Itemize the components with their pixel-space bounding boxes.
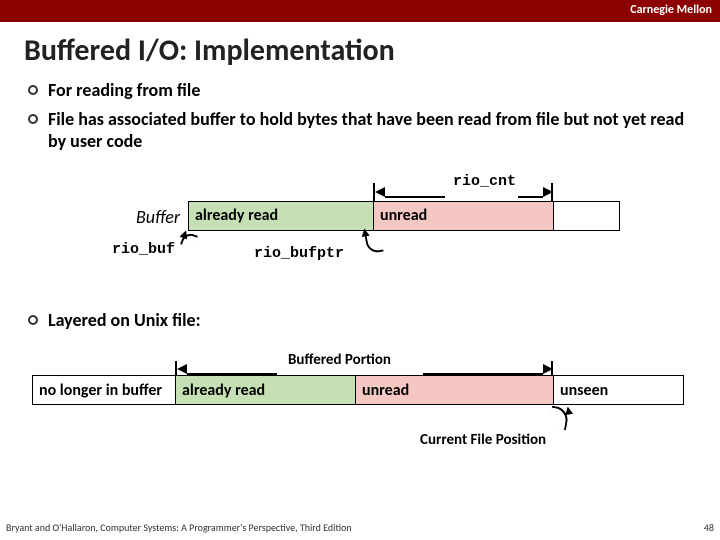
footer-citation: Bryant and O'Hallaron, Computer Systems:…	[6, 521, 352, 534]
bullet-icon	[28, 315, 38, 325]
bullet-3-text: Layered on Unix file:	[48, 309, 201, 332]
bullet-2-text: File has associated buffer to hold bytes…	[48, 108, 692, 153]
arrow-left-icon	[375, 187, 385, 197]
bullet-1-text: For reading from file	[48, 79, 200, 102]
buffer-box-1: already read unread	[188, 201, 620, 231]
slide-title: Buffered I/O: Implementation	[0, 22, 720, 73]
slide-number: 48	[704, 521, 714, 534]
footer: Bryant and O'Hallaron, Computer Systems:…	[6, 521, 714, 534]
rio-cnt-bracket	[373, 183, 553, 201]
bullet-1: For reading from file	[28, 79, 692, 102]
curved-arrow-icon	[180, 231, 198, 249]
curved-arrow-icon	[364, 231, 383, 253]
segment-already-read: already read	[189, 202, 374, 230]
segment-no-longer: no longer in buffer	[33, 376, 176, 404]
arrow-left-icon	[177, 364, 187, 374]
bullet-2: File has associated buffer to hold bytes…	[28, 108, 692, 153]
brand-label: Carnegie Mellon	[630, 3, 712, 17]
bullet-icon	[28, 85, 38, 95]
segment-already-read: already read	[176, 376, 356, 404]
rio-bufptr-label: rio_bufptr	[254, 245, 344, 262]
buffer-diagram-1: rio_cnt Buffer already read unread rio_b…	[28, 173, 692, 303]
segment-unread: unread	[374, 202, 554, 230]
bullet-icon	[28, 114, 38, 124]
arrow-right-icon	[543, 187, 553, 197]
segment-empty	[554, 202, 619, 230]
buffer-label: Buffer	[136, 206, 180, 228]
bullet-3: Layered on Unix file:	[28, 309, 692, 332]
buffer-box-2: no longer in buffer already read unread …	[32, 375, 684, 405]
arrow-right-icon	[543, 364, 553, 374]
current-file-position-label: Current File Position	[420, 431, 546, 449]
header-bar: Carnegie Mellon	[0, 0, 720, 22]
segment-unread: unread	[356, 376, 554, 404]
rio-buf-label: rio_buf	[112, 241, 175, 258]
curved-arrow-icon	[548, 406, 570, 431]
buffer-diagram-2: Buffered Portion no longer in buffer alr…	[28, 331, 692, 501]
slide-content: For reading from file File has associate…	[0, 79, 720, 501]
segment-unseen: unseen	[554, 376, 683, 404]
